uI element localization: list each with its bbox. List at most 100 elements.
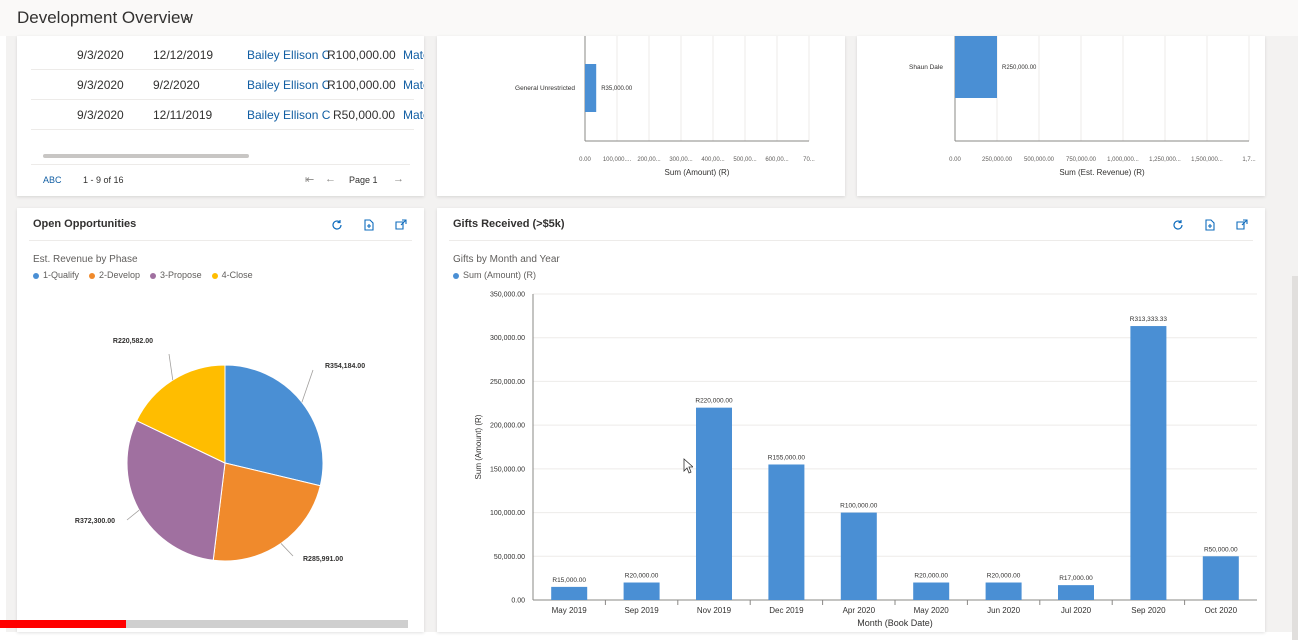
y-axis-title: Sum (Amount) (R) [474, 414, 483, 479]
tick-label: 1,500,000... [1191, 157, 1223, 163]
y-tick-label: 200,000.00 [490, 423, 525, 430]
table-row[interactable]: 9/3/2020 12/12/2019 Bailey Ellison C R10… [31, 40, 424, 70]
x-axis-title: Sum (Amount) (R) [665, 168, 730, 177]
horizontal-scrollbar[interactable] [43, 154, 249, 158]
chevron-down-icon[interactable]: ⌄ [182, 9, 192, 23]
x-tick-label: Jul 2020 [1061, 606, 1092, 615]
y-tick-label: 300,000.00 [490, 335, 525, 342]
y-tick-label: 150,000.00 [490, 466, 525, 473]
y-tick-label: 350,000.00 [490, 292, 525, 299]
data-label: R35,000.00 [601, 86, 633, 92]
owner-link[interactable]: Bailey Ellison C [247, 48, 330, 62]
leader-line [126, 509, 140, 521]
abc-filter[interactable]: ABC [43, 175, 62, 185]
x-tick-label: Sep 2020 [1131, 606, 1166, 615]
next-page-icon[interactable]: → [393, 173, 404, 185]
leader-line [301, 369, 314, 403]
tick-label: 1,7... [1242, 157, 1256, 163]
x-tick-label: Jun 2020 [987, 606, 1020, 615]
pie-legend: 1-Qualify 2-Develop 3-Propose 4-Close [33, 270, 253, 280]
tick-label: 1,000,000... [1107, 157, 1139, 163]
category-label: General Unrestricted [515, 85, 575, 92]
cell-amount: R100,000.00 [327, 48, 396, 62]
page-number: Page 1 [349, 175, 378, 185]
bar [1058, 585, 1094, 600]
bar [1202, 556, 1239, 600]
x-tick-label: Dec 2019 [769, 606, 804, 615]
chart-by-owner: 0.00 250,000.00 500,000.00 750,000.00 1,000,… [857, 36, 1265, 196]
legend-item[interactable]: 2-Develop [89, 270, 140, 280]
export-icon[interactable] [1201, 216, 1219, 234]
gifts-bar-chart: 0.00 50,000.00 100,000.00 150,000.00 200,000… [474, 292, 1257, 628]
vertical-scrollbar[interactable] [1292, 276, 1298, 640]
x-tick-label: May 2020 [914, 606, 950, 615]
legend-swatch [89, 272, 96, 279]
record-range: 1 - 9 of 16 [83, 175, 124, 185]
legend-label: 4-Close [221, 270, 253, 280]
previous-page-icon[interactable]: ← [325, 173, 336, 185]
dashboard-header: Development Overview ⌄ [0, 0, 1298, 36]
bar [623, 582, 660, 600]
legend-item[interactable]: 4-Close [211, 270, 253, 280]
data-label: R20,000.00 [914, 573, 948, 580]
tick-label: 0.00 [949, 157, 961, 163]
bar-legend: Sum (Amount) (R) [453, 270, 536, 280]
owner-link[interactable]: Bailey Ellison C [247, 78, 330, 92]
data-label: R220,582.00 [113, 338, 153, 345]
cell-amount: R50,000.00 [333, 108, 396, 122]
legend-swatch [33, 272, 39, 279]
pie-chart: R354,184.00 R285,991.00 R372,300.00 R220,58… [75, 338, 365, 563]
dashboard-title[interactable]: Development Overview [17, 8, 193, 28]
more-link[interactable]: Mater [403, 78, 424, 92]
more-link[interactable]: Mater [403, 48, 424, 62]
y-tick-label: 0.00 [511, 598, 525, 605]
legend-item[interactable]: 3-Propose [150, 270, 202, 280]
tick-label: 200,00... [637, 157, 661, 163]
tick-label: 500,000.00 [1024, 157, 1055, 163]
mouse-cursor-icon [683, 458, 693, 474]
tick-label: 750,000.00 [1066, 157, 1097, 163]
legend-item[interactable]: Sum (Amount) (R) [453, 270, 536, 280]
cell-date2: 12/11/2019 [153, 108, 213, 122]
expand-icon[interactable] [1233, 216, 1251, 234]
x-tick-label: Sep 2019 [624, 606, 659, 615]
refresh-icon[interactable] [1169, 216, 1187, 234]
bar [913, 582, 950, 600]
legend-label: 3-Propose [160, 270, 202, 280]
legend-label: 1-Qualify [43, 270, 80, 280]
tick-label: 300,00... [669, 157, 693, 163]
tick-label: 0.00 [579, 157, 591, 163]
bar [585, 64, 597, 112]
gifts-received-card: Gifts Received (>$5k) Gifts by Month and… [437, 208, 1265, 632]
data-label: R372,300.00 [75, 518, 115, 525]
first-page-icon[interactable]: ⇤ [305, 173, 314, 186]
data-label: R220,000.00 [695, 398, 733, 405]
more-link[interactable]: Mater [403, 108, 424, 122]
data-label: R20,000.00 [987, 573, 1021, 580]
legend-swatch [211, 272, 218, 279]
data-label: R155,000.00 [768, 454, 806, 461]
refresh-icon[interactable] [328, 216, 346, 234]
tick-label: 70... [803, 157, 815, 163]
dashboard-canvas: 9/3/2020 12/12/2019 Bailey Ellison C R10… [6, 36, 1298, 640]
export-icon[interactable] [360, 216, 378, 234]
table-row[interactable]: 9/3/2020 9/2/2020 Bailey Ellison C R100,… [31, 70, 424, 100]
x-axis-title: Month (Book Date) [857, 618, 933, 628]
x-tick-label: Nov 2019 [697, 606, 732, 615]
legend-item[interactable]: 1-Qualify [33, 270, 79, 280]
data-label: R100,000.00 [840, 503, 878, 510]
opportunity-grid: 9/3/2020 12/12/2019 Bailey Ellison C R10… [17, 36, 424, 196]
video-progress-bar[interactable] [0, 620, 408, 628]
owner-link[interactable]: Bailey Ellison C [247, 108, 330, 122]
data-label: R20,000.00 [625, 573, 659, 580]
divider [449, 240, 1253, 241]
table-row[interactable]: 9/3/2020 12/11/2019 Bailey Ellison C R50… [31, 100, 424, 130]
legend-swatch [453, 272, 459, 279]
bar [1130, 326, 1167, 600]
expand-icon[interactable] [392, 216, 410, 234]
bar [768, 464, 805, 600]
bar-chart-designation: 0.00 100,000.... 200,00... 300,00... 400,00.… [515, 36, 815, 177]
open-opportunities-card: Open Opportunities Est. Revenue by Phase… [17, 208, 424, 632]
cell-amount: R100,000.00 [327, 78, 396, 92]
category-label: Shaun Dale [909, 64, 943, 71]
